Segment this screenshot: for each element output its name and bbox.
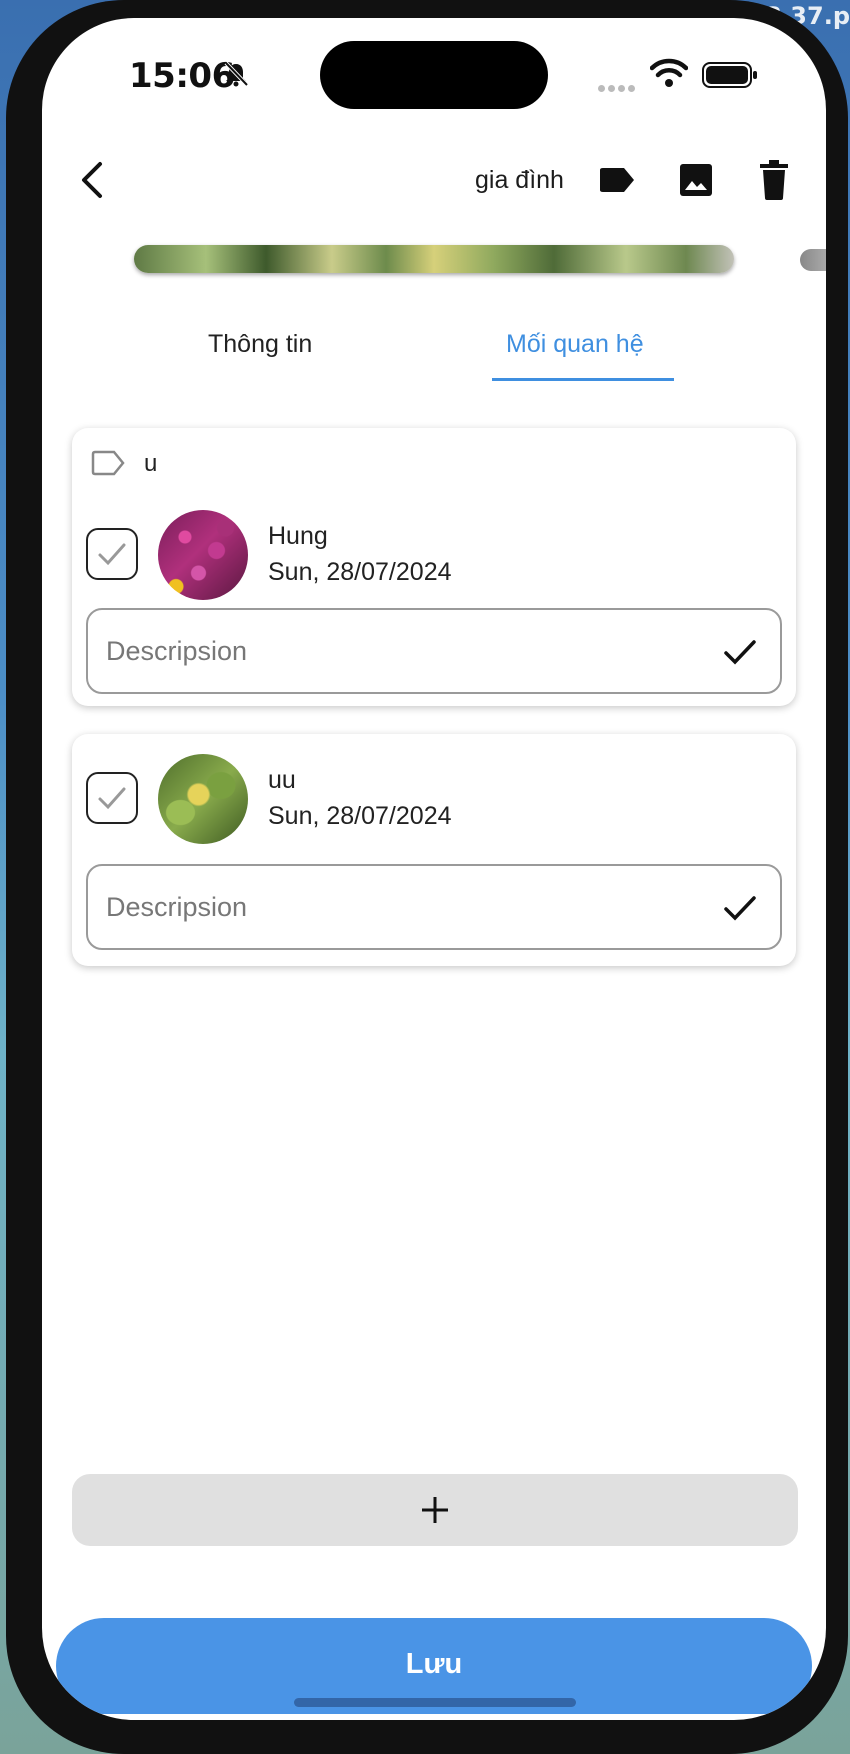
relationship-card: u Hung Sun, 28/07/2024 Descripsion <box>72 428 796 706</box>
home-indicator <box>294 1698 576 1707</box>
person-name: Hung <box>268 522 328 550</box>
check-icon <box>98 787 126 810</box>
check-icon <box>98 543 126 566</box>
description-field[interactable]: Descripsion <box>86 608 782 694</box>
photo-strip[interactable] <box>134 245 734 273</box>
back-arrow-icon[interactable] <box>72 158 116 202</box>
dynamic-island <box>320 41 548 109</box>
app-screen: 15:06 gia đình Thông tin Mối quan hệ u H… <box>42 18 826 1720</box>
category-label[interactable]: gia đình <box>475 166 564 195</box>
trash-icon[interactable] <box>754 158 794 202</box>
plus-icon <box>422 1497 448 1523</box>
person-date: Sun, 28/07/2024 <box>268 558 452 586</box>
phone-frame: 15:06 gia đình Thông tin Mối quan hệ u H… <box>6 0 848 1754</box>
avatar <box>158 510 248 600</box>
tab-info[interactable]: Thông tin <box>208 330 312 359</box>
image-icon[interactable] <box>676 160 716 200</box>
label-tag-icon[interactable] <box>597 160 637 200</box>
signal-dots-icon <box>598 79 638 97</box>
silent-bell-icon <box>224 61 249 87</box>
description-placeholder: Descripsion <box>106 892 248 922</box>
active-tab-indicator <box>492 378 674 381</box>
person-date: Sun, 28/07/2024 <box>268 802 452 830</box>
description-field[interactable]: Descripsion <box>86 864 782 950</box>
avatar <box>158 754 248 844</box>
add-relationship-button[interactable] <box>72 1474 798 1546</box>
group-name: u <box>144 450 158 477</box>
tag-outline-icon <box>91 450 125 476</box>
status-time: 15:06 <box>129 56 235 96</box>
tab-relationships[interactable]: Mối quan hệ <box>506 330 644 359</box>
battery-icon <box>702 62 757 88</box>
save-button-label: Lưu <box>405 1648 463 1680</box>
person-name: uu <box>268 766 296 794</box>
description-placeholder: Descripsion <box>106 636 248 666</box>
relationship-card: uu Sun, 28/07/2024 Descripsion <box>72 734 796 966</box>
confirm-check-icon[interactable] <box>722 634 758 670</box>
select-checkbox[interactable] <box>86 528 138 580</box>
photo-strip-next[interactable] <box>800 249 826 271</box>
confirm-check-icon[interactable] <box>722 890 758 926</box>
select-checkbox[interactable] <box>86 772 138 824</box>
wifi-icon <box>650 58 688 87</box>
